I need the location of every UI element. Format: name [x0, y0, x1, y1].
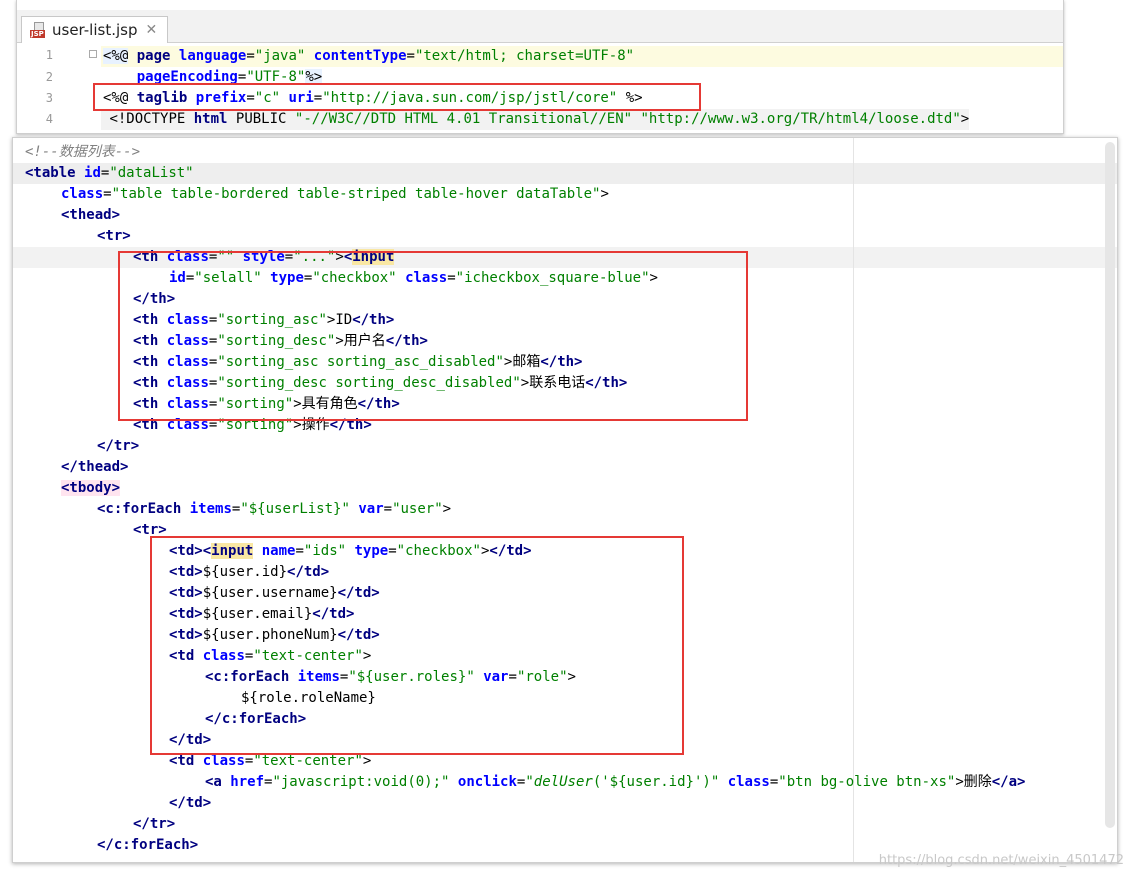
highlight-box-thead: [118, 251, 748, 421]
code-tr-open: <tr>: [97, 228, 131, 244]
code-foreach-close: </c:forEach>: [97, 837, 199, 853]
code-thead-open: <thead>: [61, 207, 121, 223]
jsp-file-icon: JSP: [30, 22, 48, 38]
top-editor-panel: JSP user-list.jsp ✕ 1 2 3 4 <%@ page lan…: [16, 0, 1064, 134]
tab-title: user-list.jsp: [52, 21, 138, 39]
highlight-box-taglib: [93, 83, 701, 111]
line-number-gutter: 1 2 3 4: [17, 44, 87, 133]
line-number: 4: [45, 112, 53, 126]
code-comment: <!--数据列表-->: [25, 144, 141, 160]
line-number: 2: [45, 70, 53, 84]
code-line-1: <%@ page language="java" contentType="te…: [103, 48, 635, 64]
code-foreach-open: <c:forEach items="${userList}" var="user…: [97, 501, 452, 517]
code-delete-link: <a href="javascript:void(0);" onclick="d…: [205, 774, 1026, 790]
main-editor-panel[interactable]: <!--数据列表--> <table id="dataList" class="…: [12, 137, 1118, 863]
code-thead-close: </thead>: [61, 459, 129, 475]
code-tr-close: </tr>: [97, 438, 140, 454]
code-table-open: <table id="dataList": [25, 165, 194, 181]
code-tr-close: </tr>: [133, 816, 176, 832]
code-td-close: </td>: [169, 795, 212, 811]
code-tbody-open: <tbody>: [61, 480, 121, 496]
close-icon[interactable]: ✕: [145, 22, 157, 38]
line-number: 3: [45, 91, 53, 105]
watermark: https://blog.csdn.net/weixin_4501472: [878, 853, 1124, 868]
fold-marker-icon[interactable]: [89, 50, 97, 58]
highlight-box-tbody: [150, 536, 684, 755]
editor-tab-bar: JSP user-list.jsp ✕: [17, 10, 1063, 43]
line-number: 1: [45, 48, 53, 62]
code-line-4: <!DOCTYPE html PUBLIC "-//W3C//DTD HTML …: [101, 109, 970, 130]
tab-user-list-jsp[interactable]: JSP user-list.jsp ✕: [21, 16, 169, 43]
code-table-class: class="table table-bordered table-stripe…: [61, 186, 609, 202]
